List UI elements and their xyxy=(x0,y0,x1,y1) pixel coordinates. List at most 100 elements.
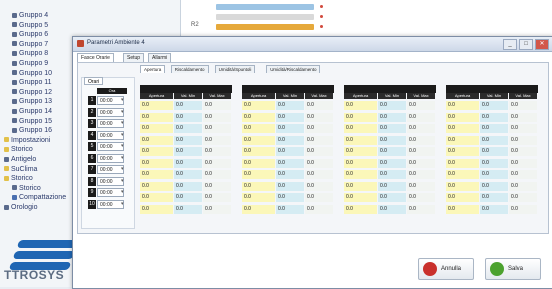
parameter-field[interactable]: 0.0 xyxy=(140,204,173,214)
parameter-field[interactable]: 0.0 xyxy=(344,193,377,202)
parameter-field[interactable]: 0.0 xyxy=(509,181,537,191)
parameter-field[interactable]: 0.0 xyxy=(305,112,333,122)
parameter-field[interactable]: 0.0 xyxy=(174,193,202,202)
parameter-field[interactable]: 0.0 xyxy=(446,193,479,202)
parameter-field[interactable]: 0.0 xyxy=(203,135,231,145)
parameter-field[interactable]: 0.0 xyxy=(344,158,377,168)
parameter-field[interactable]: 0.0 xyxy=(480,170,508,179)
tree-item[interactable]: SuClima xyxy=(4,166,37,174)
parameter-field[interactable]: 0.0 xyxy=(407,181,435,191)
parameter-field[interactable]: 0.0 xyxy=(305,193,333,202)
parameter-field[interactable]: 0.0 xyxy=(509,112,537,122)
tab-setup[interactable]: Setup xyxy=(123,53,145,62)
parameter-field[interactable]: 0.0 xyxy=(480,181,508,191)
parameter-field[interactable]: 0.0 xyxy=(509,204,537,214)
chevron-down-icon[interactable]: ▾ xyxy=(121,96,125,105)
tree-item[interactable]: Storico xyxy=(12,185,41,193)
parameter-field[interactable]: 0.0 xyxy=(174,158,202,168)
parameter-field[interactable]: 0.0 xyxy=(174,181,202,191)
parameter-field[interactable]: 0.0 xyxy=(509,193,537,202)
parameter-field[interactable]: 0.0 xyxy=(407,124,435,133)
parameter-field[interactable]: 0.0 xyxy=(344,181,377,191)
chevron-down-icon[interactable]: ▾ xyxy=(121,119,125,128)
parameter-field[interactable]: 0.0 xyxy=(305,147,333,156)
parameter-field[interactable]: 0.0 xyxy=(203,181,231,191)
save-button[interactable]: Salva xyxy=(485,258,541,280)
parameter-field[interactable]: 0.0 xyxy=(305,101,333,110)
parameter-field[interactable]: 0.0 xyxy=(203,112,231,122)
parameter-field[interactable]: 0.0 xyxy=(276,193,304,202)
parameter-field[interactable]: 0.0 xyxy=(203,147,231,156)
parameter-field[interactable]: 0.0 xyxy=(344,147,377,156)
parameter-field[interactable]: 0.0 xyxy=(174,170,202,179)
parameter-field[interactable]: 0.0 xyxy=(242,147,275,156)
parameter-field[interactable]: 0.0 xyxy=(276,101,304,110)
parameter-field[interactable]: 0.0 xyxy=(480,124,508,133)
parameter-field[interactable]: 0.0 xyxy=(242,101,275,110)
parameter-field[interactable]: 0.0 xyxy=(344,204,377,214)
chevron-down-icon[interactable]: ▾ xyxy=(121,108,125,117)
tree-item[interactable]: Gruppo 4 xyxy=(12,12,48,20)
parameter-field[interactable]: 0.0 xyxy=(242,181,275,191)
parameter-field[interactable]: 0.0 xyxy=(242,112,275,122)
parameter-field[interactable]: 0.0 xyxy=(276,204,304,214)
parameter-field[interactable]: 0.0 xyxy=(242,158,275,168)
tree-item[interactable]: Gruppo 7 xyxy=(12,41,48,49)
parameter-field[interactable]: 0.0 xyxy=(446,135,479,145)
parameter-field[interactable]: 0.0 xyxy=(378,101,406,110)
tree-item[interactable]: Gruppo 8 xyxy=(12,50,48,58)
parameter-field[interactable]: 0.0 xyxy=(407,158,435,168)
parameter-field[interactable]: 0.0 xyxy=(407,170,435,179)
parameter-field[interactable]: 0.0 xyxy=(276,112,304,122)
parameter-field[interactable]: 0.0 xyxy=(276,124,304,133)
time-field[interactable]: 00:00 xyxy=(97,142,124,151)
tree-item[interactable]: Storico xyxy=(4,175,33,183)
parameter-field[interactable]: 0.0 xyxy=(344,135,377,145)
tree-item[interactable]: Gruppo 12 xyxy=(12,89,52,97)
parameter-field[interactable]: 0.0 xyxy=(203,158,231,168)
parameter-field[interactable]: 0.0 xyxy=(378,193,406,202)
parameter-field[interactable]: 0.0 xyxy=(140,135,173,145)
parameter-field[interactable]: 0.0 xyxy=(378,181,406,191)
parameter-field[interactable]: 0.0 xyxy=(446,147,479,156)
parameter-field[interactable]: 0.0 xyxy=(242,124,275,133)
parameter-field[interactable]: 0.0 xyxy=(378,204,406,214)
parameter-field[interactable]: 0.0 xyxy=(407,193,435,202)
parameter-field[interactable]: 0.0 xyxy=(344,124,377,133)
parameter-field[interactable]: 0.0 xyxy=(480,112,508,122)
tree-item[interactable]: Storico xyxy=(4,146,33,154)
chevron-down-icon[interactable]: ▾ xyxy=(121,177,125,186)
parameter-field[interactable]: 0.0 xyxy=(174,147,202,156)
tab-orari[interactable]: Orari xyxy=(84,77,104,85)
parameter-field[interactable]: 0.0 xyxy=(509,170,537,179)
parameter-field[interactable]: 0.0 xyxy=(446,181,479,191)
chevron-down-icon[interactable]: ▾ xyxy=(121,165,125,174)
tree-item[interactable]: Gruppo 13 xyxy=(12,98,52,106)
parameter-field[interactable]: 0.0 xyxy=(276,181,304,191)
chevron-down-icon[interactable]: ▾ xyxy=(121,200,125,209)
parameter-field[interactable]: 0.0 xyxy=(242,135,275,145)
parameter-field[interactable]: 0.0 xyxy=(446,101,479,110)
tree-item[interactable]: Gruppo 11 xyxy=(12,79,52,87)
tab-allarmi[interactable]: Allarmi xyxy=(148,53,172,62)
parameter-field[interactable]: 0.0 xyxy=(174,204,202,214)
chevron-down-icon[interactable]: ▾ xyxy=(121,142,125,151)
parameter-field[interactable]: 0.0 xyxy=(140,112,173,122)
tab-fasce-orarie[interactable]: Fasce Orarie xyxy=(77,53,114,62)
parameter-field[interactable]: 0.0 xyxy=(242,170,275,179)
parameter-field[interactable]: 0.0 xyxy=(378,135,406,145)
parameter-field[interactable]: 0.0 xyxy=(276,170,304,179)
parameter-field[interactable]: 0.0 xyxy=(305,170,333,179)
parameter-field[interactable]: 0.0 xyxy=(378,124,406,133)
parameter-field[interactable]: 0.0 xyxy=(509,135,537,145)
background-row[interactable]: R2 xyxy=(191,22,323,32)
parameter-field[interactable]: 0.0 xyxy=(509,147,537,156)
parameter-field[interactable]: 0.0 xyxy=(446,112,479,122)
time-field[interactable]: 00:00 xyxy=(97,165,124,174)
time-field[interactable]: 00:00 xyxy=(97,130,124,140)
parameter-field[interactable]: 0.0 xyxy=(344,101,377,110)
parameter-field[interactable]: 0.0 xyxy=(305,204,333,214)
parameter-field[interactable]: 0.0 xyxy=(276,147,304,156)
parameter-field[interactable]: 0.0 xyxy=(446,158,479,168)
parameter-field[interactable]: 0.0 xyxy=(305,135,333,145)
